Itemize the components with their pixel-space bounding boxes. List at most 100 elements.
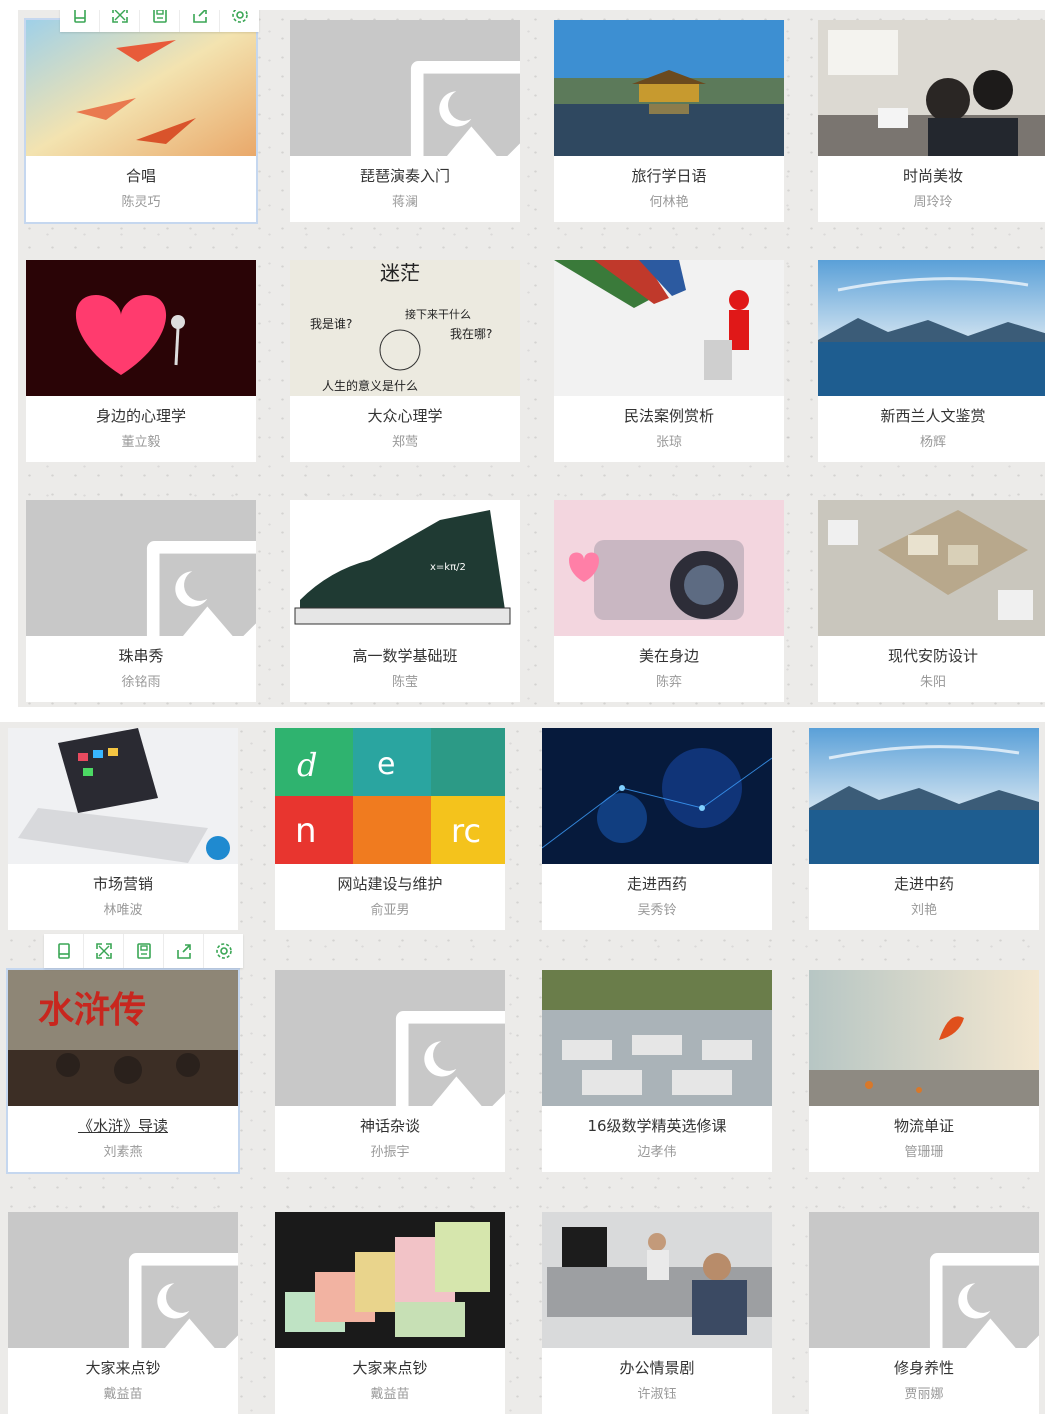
course-card[interactable]: 珠串秀 徐铭雨 (26, 500, 256, 702)
save-button[interactable] (124, 934, 164, 968)
share-button[interactable] (164, 934, 204, 968)
settings-button[interactable] (204, 934, 243, 968)
course-card[interactable]: 神话杂谈 孙振宇 (275, 970, 505, 1172)
course-title[interactable]: 旅行学日语 (554, 165, 784, 186)
course-title[interactable]: 新西兰人文鉴赏 (818, 405, 1045, 426)
course-thumbnail[interactable] (554, 20, 784, 156)
course-card[interactable]: 琵琶演奏入门 蒋澜 (290, 20, 520, 222)
course-card[interactable]: 修身养性 贾丽娜 (809, 1212, 1039, 1414)
course-teacher: 徐铭雨 (121, 675, 161, 690)
svg-text:我是谁?: 我是谁? (310, 317, 352, 331)
course-card[interactable]: 物流单证 管珊珊 (809, 970, 1039, 1172)
share-button[interactable] (180, 10, 220, 32)
course-thumbnail[interactable] (809, 728, 1039, 864)
course-title[interactable]: 大众心理学 (290, 405, 520, 426)
fullscreen-button[interactable] (100, 10, 140, 32)
course-thumbnail[interactable] (809, 970, 1039, 1106)
image-placeholder-icon (128, 1253, 238, 1348)
course-card[interactable]: 水浒传 《水浒》导读 刘素燕 (8, 970, 238, 1172)
course-title[interactable]: 珠串秀 (26, 645, 256, 666)
course-thumbnail[interactable] (542, 728, 772, 864)
preview-icon (73, 10, 86, 23)
course-thumbnail[interactable]: x=kπ/2 (290, 500, 520, 636)
course-title[interactable]: 走进西药 (542, 873, 772, 894)
course-card[interactable]: 身边的心理学 董立毅 (26, 260, 256, 462)
preview-button[interactable] (44, 934, 84, 968)
course-thumbnail[interactable] (809, 1212, 1039, 1348)
course-thumbnail[interactable]: d e n rc (275, 728, 505, 864)
course-thumbnail[interactable] (818, 260, 1045, 396)
thumbnail-money-stacks (275, 1212, 505, 1348)
save-button[interactable] (140, 10, 180, 32)
course-card[interactable]: d e n rc 网站建设与维护 俞亚男 (275, 728, 505, 930)
course-thumbnail[interactable] (26, 260, 256, 396)
course-title[interactable]: 《水浒》导读 (8, 1115, 238, 1136)
course-card[interactable]: 市场营销 林唯波 (8, 728, 238, 930)
course-title[interactable]: 合唱 (26, 165, 256, 186)
course-title[interactable]: 琵琶演奏入门 (290, 165, 520, 186)
course-title[interactable]: 时尚美妆 (818, 165, 1045, 186)
fullscreen-icon (111, 10, 128, 23)
course-title[interactable]: 神话杂谈 (275, 1115, 505, 1136)
course-card[interactable]: 走进西药 吴秀铃 (542, 728, 772, 930)
course-title[interactable]: 现代安防设计 (818, 645, 1045, 666)
settings-icon (231, 10, 248, 23)
course-teacher: 周玲玲 (913, 195, 953, 210)
image-placeholder-icon (395, 1011, 505, 1106)
course-title[interactable]: 物流单证 (809, 1115, 1039, 1136)
thumbnail-color-tiles: d e n rc (275, 728, 505, 864)
course-card[interactable]: 时尚美妆 周玲玲 (818, 20, 1045, 222)
fullscreen-button[interactable] (84, 934, 124, 968)
course-card[interactable]: 16级数学精英选修课 边孝伟 (542, 970, 772, 1172)
preview-button[interactable] (60, 10, 100, 32)
course-title[interactable]: 美在身边 (554, 645, 784, 666)
course-thumbnail[interactable] (290, 20, 520, 156)
course-title[interactable]: 大家来点钞 (8, 1357, 238, 1378)
course-thumbnail[interactable] (554, 500, 784, 636)
preview-icon (57, 943, 70, 959)
course-thumbnail[interactable]: 水浒传 (8, 970, 238, 1106)
course-card[interactable]: 现代安防设计 朱阳 (818, 500, 1045, 702)
image-placeholder-icon (146, 541, 256, 636)
course-thumbnail[interactable] (275, 1212, 505, 1348)
course-card[interactable]: 走进中药 刘艳 (809, 728, 1039, 930)
share-icon (192, 10, 207, 23)
course-card[interactable]: 旅行学日语 何林艳 (554, 20, 784, 222)
course-card[interactable]: 办公情景剧 许淑钰 (542, 1212, 772, 1414)
course-thumbnail[interactable] (554, 260, 784, 396)
course-thumbnail[interactable] (275, 970, 505, 1106)
course-thumbnail[interactable] (818, 500, 1045, 636)
svg-text:e: e (377, 747, 395, 782)
course-thumbnail[interactable] (542, 1212, 772, 1348)
course-card[interactable]: 合唱 陈灵巧 (26, 20, 256, 222)
settings-button[interactable] (220, 10, 259, 32)
course-thumbnail[interactable] (26, 500, 256, 636)
course-title[interactable]: 市场营销 (8, 873, 238, 894)
course-teacher: 陈莹 (391, 675, 418, 690)
course-thumbnail[interactable] (542, 970, 772, 1106)
course-card[interactable]: 美在身边 陈弈 (554, 500, 784, 702)
course-card[interactable]: x=kπ/2 高一数学基础班陈莹 (290, 500, 520, 702)
svg-text:接下来干什么: 接下来干什么 (405, 308, 471, 321)
course-title[interactable]: 身边的心理学 (26, 405, 256, 426)
course-thumbnail[interactable] (818, 20, 1045, 156)
course-title[interactable]: 办公情景剧 (542, 1357, 772, 1378)
course-title[interactable]: 大家来点钞 (275, 1357, 505, 1378)
course-title[interactable]: 高一数学基础班 (290, 645, 520, 666)
course-title[interactable]: 走进中药 (809, 873, 1039, 894)
course-title[interactable]: 网站建设与维护 (275, 873, 505, 894)
course-card[interactable]: 民法案例赏析 张琼 (554, 260, 784, 462)
course-title[interactable]: 民法案例赏析 (554, 405, 784, 426)
course-title[interactable]: 修身养性 (809, 1357, 1039, 1378)
course-title[interactable]: 16级数学精英选修课 (542, 1115, 772, 1136)
course-thumbnail[interactable]: 迷茫 我是谁? 我在哪? 接下来干什么 人生的意义是什么 (290, 260, 520, 396)
settings-icon (215, 943, 232, 959)
course-thumbnail[interactable] (8, 728, 238, 864)
course-thumbnail[interactable] (26, 20, 256, 156)
course-card[interactable]: 迷茫 我是谁? 我在哪? 接下来干什么 人生的意义是什么 大众心理学 郑莺 (290, 260, 520, 462)
course-teacher: 朱阳 (919, 675, 946, 690)
course-card[interactable]: 新西兰人文鉴赏 杨辉 (818, 260, 1045, 462)
course-card[interactable]: 大家来点钞 戴益苗 (8, 1212, 238, 1414)
course-thumbnail[interactable] (8, 1212, 238, 1348)
course-card[interactable]: 大家来点钞 戴益苗 (275, 1212, 505, 1414)
